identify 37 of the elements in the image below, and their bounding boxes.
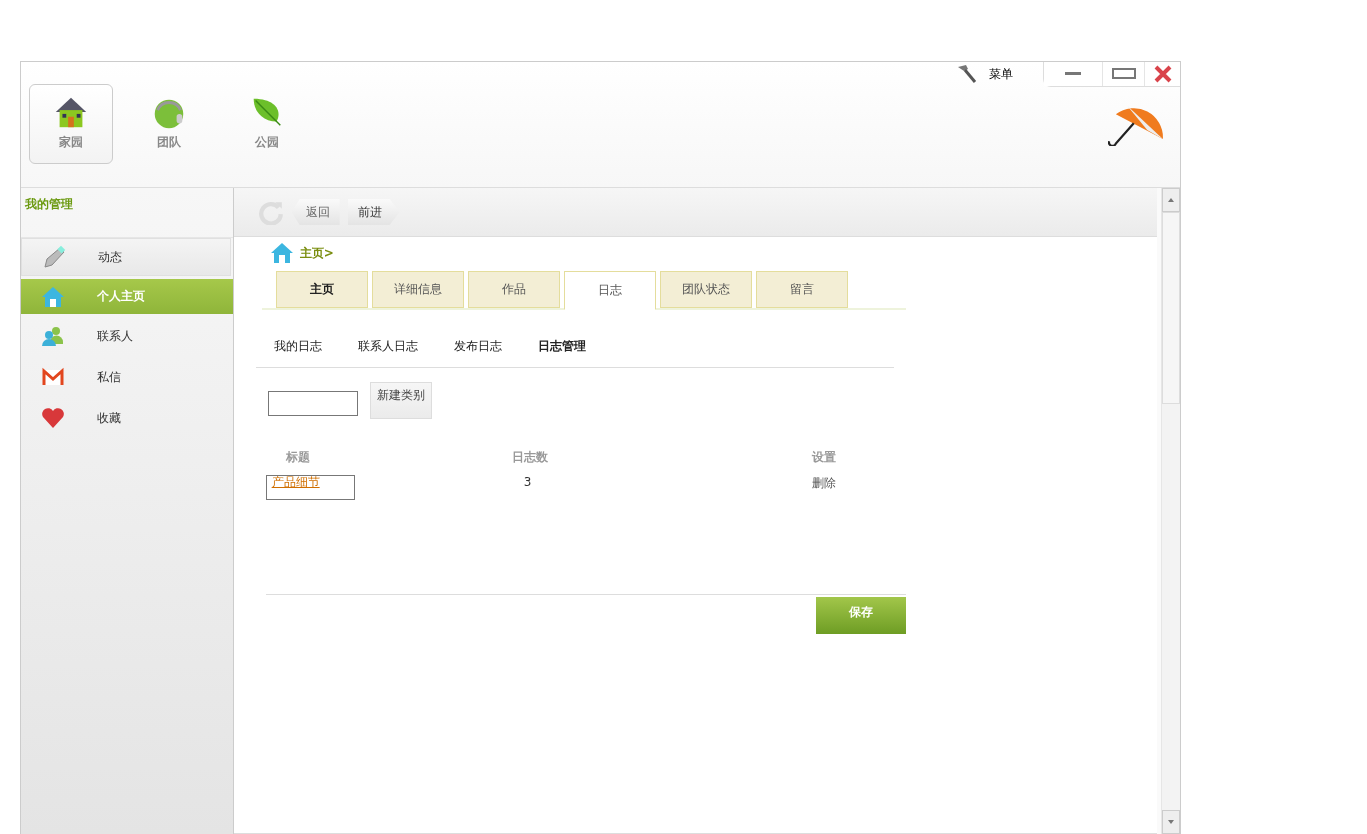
category-link[interactable]: 产品细节 (265, 475, 355, 500)
subtab[interactable]: 联系人日志 (357, 338, 418, 355)
tab[interactable]: 留言 (755, 271, 848, 308)
house-icon (41, 284, 65, 309)
new-category-button[interactable]: 新建类别 (369, 382, 432, 419)
subtab[interactable]: 我的日志 (273, 338, 322, 355)
table-cell-text: 3 (522, 475, 533, 489)
sidebar-item[interactable]: 联系人 (21, 317, 233, 355)
back-button[interactable]: 返回 (291, 199, 340, 225)
scrollbar[interactable] (1161, 188, 1180, 834)
column-header: 日志数 (511, 449, 549, 466)
tab[interactable]: 主页 (275, 271, 368, 308)
people-icon (41, 324, 65, 348)
forward-button[interactable]: 前进 (347, 199, 400, 225)
scroll-up-icon[interactable] (1168, 198, 1174, 202)
pen-nib-icon (42, 245, 66, 269)
breadcrumb-link[interactable]: 主页> (299, 244, 334, 262)
sidebar-item[interactable]: 私信 (21, 358, 233, 396)
nav-item[interactable]: 团队 (127, 84, 211, 164)
heart-icon (41, 406, 65, 430)
tab[interactable]: 日志 (563, 271, 656, 310)
sidebar-item[interactable]: 收藏 (21, 399, 233, 437)
home-icon (269, 241, 294, 265)
category-input[interactable] (267, 391, 358, 416)
tab[interactable]: 详细信息 (371, 271, 464, 308)
delete-link[interactable]: 删除 (811, 475, 892, 492)
column-header: 设置 (811, 449, 837, 466)
nav-item[interactable]: 公园 (225, 84, 309, 164)
tab[interactable]: 作品 (467, 271, 560, 308)
subtab[interactable]: 日志管理 (537, 338, 586, 355)
scroll-down-icon[interactable] (1168, 820, 1174, 824)
column-header: 标题 (284, 449, 311, 466)
tab[interactable]: 团队状态 (659, 271, 752, 308)
subtab[interactable]: 发布日志 (453, 338, 502, 355)
menu-label[interactable]: 菜单 (989, 65, 1013, 83)
sidebar-item[interactable]: 动态 (21, 238, 231, 276)
close-icon (1152, 63, 1173, 84)
